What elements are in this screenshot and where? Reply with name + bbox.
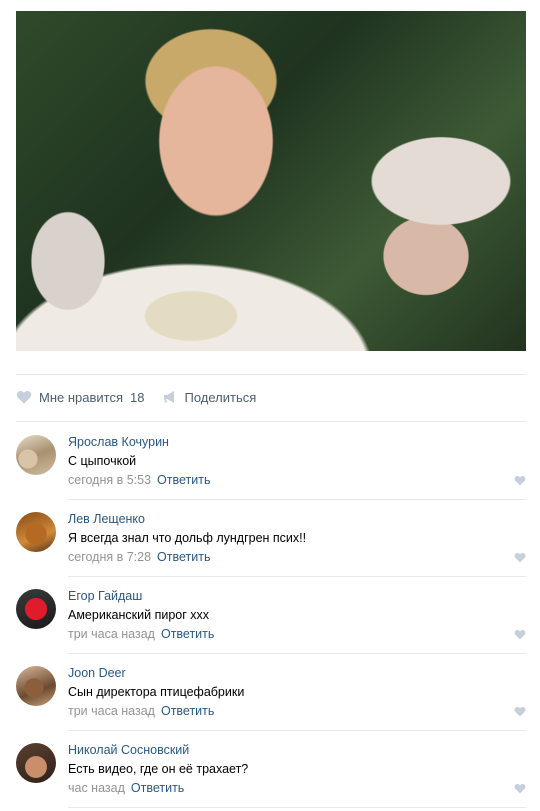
comment-meta: три часа назад Ответить bbox=[68, 627, 214, 641]
avatar[interactable] bbox=[16, 743, 56, 783]
reply-link[interactable]: Ответить bbox=[157, 473, 210, 487]
comment-time[interactable]: сегодня в 5:53 bbox=[68, 473, 151, 487]
divider bbox=[16, 421, 526, 422]
reply-link[interactable]: Ответить bbox=[131, 781, 184, 795]
comment-author[interactable]: Егор Гайдаш bbox=[68, 589, 142, 603]
comment-author[interactable]: Николай Сосновский bbox=[68, 743, 189, 757]
like-label: Мне нравится bbox=[39, 389, 124, 405]
comment-author[interactable]: Joon Deer bbox=[68, 666, 126, 680]
like-count: 18 bbox=[130, 389, 145, 405]
reply-link[interactable]: Ответить bbox=[157, 550, 210, 564]
comment-item: Егор Гайдаш Американский пирог ххх три ч… bbox=[16, 577, 526, 654]
comment-item: Ярослав Кочурин С цыпочкой сегодня в 5:5… bbox=[16, 423, 526, 500]
share-button[interactable]: Поделиться bbox=[163, 390, 256, 405]
comment-item: Лев Лещенко Я всегда знал что дольф лунд… bbox=[16, 500, 526, 577]
megaphone-icon bbox=[164, 391, 175, 403]
comment-text: С цыпочкой bbox=[68, 454, 137, 468]
comment-time[interactable]: час назад bbox=[68, 781, 125, 795]
divider bbox=[16, 374, 526, 375]
comment-author[interactable]: Лев Лещенко bbox=[68, 512, 145, 526]
heart-icon[interactable] bbox=[514, 552, 526, 563]
comment-text: Американский пирог ххх bbox=[68, 608, 210, 622]
heart-icon[interactable] bbox=[514, 629, 526, 640]
avatar[interactable] bbox=[16, 589, 56, 629]
like-button[interactable]: Мне нравится 18 bbox=[16, 390, 144, 405]
comment-text: Есть видео, где он её трахает? bbox=[68, 762, 249, 776]
heart-icon[interactable] bbox=[514, 783, 526, 794]
avatar[interactable] bbox=[16, 512, 56, 552]
divider bbox=[68, 807, 526, 808]
comment-author[interactable]: Ярослав Кочурин bbox=[68, 435, 169, 449]
post-photo[interactable] bbox=[16, 11, 526, 351]
comment-time[interactable]: три часа назад bbox=[68, 704, 155, 718]
comment-meta: сегодня в 5:53 Ответить bbox=[68, 473, 210, 487]
comment-item: Николай Сосновский Есть видео, где он её… bbox=[16, 731, 526, 808]
comment-text: Сын директора птицефабрики bbox=[68, 685, 245, 699]
reply-link[interactable]: Ответить bbox=[161, 704, 214, 718]
reply-link[interactable]: Ответить bbox=[161, 627, 214, 641]
avatar[interactable] bbox=[16, 435, 56, 475]
comment-time[interactable]: сегодня в 7:28 bbox=[68, 550, 151, 564]
comment-item: Joon Deer Сын директора птицефабрики три… bbox=[16, 654, 526, 731]
post-actions: Мне нравится 18 Поделиться bbox=[16, 386, 256, 408]
heart-icon bbox=[16, 391, 32, 404]
comment-text: Я всегда знал что дольф лундгрен псих!! bbox=[68, 531, 307, 545]
comment-meta: сегодня в 7:28 Ответить bbox=[68, 550, 210, 564]
share-label: Поделиться bbox=[184, 389, 257, 405]
comment-meta: три часа назад Ответить bbox=[68, 704, 214, 718]
comment-meta: час назад Ответить bbox=[68, 781, 184, 795]
heart-icon[interactable] bbox=[514, 475, 526, 486]
avatar[interactable] bbox=[16, 666, 56, 706]
comment-time[interactable]: три часа назад bbox=[68, 627, 155, 641]
heart-icon[interactable] bbox=[514, 706, 526, 717]
